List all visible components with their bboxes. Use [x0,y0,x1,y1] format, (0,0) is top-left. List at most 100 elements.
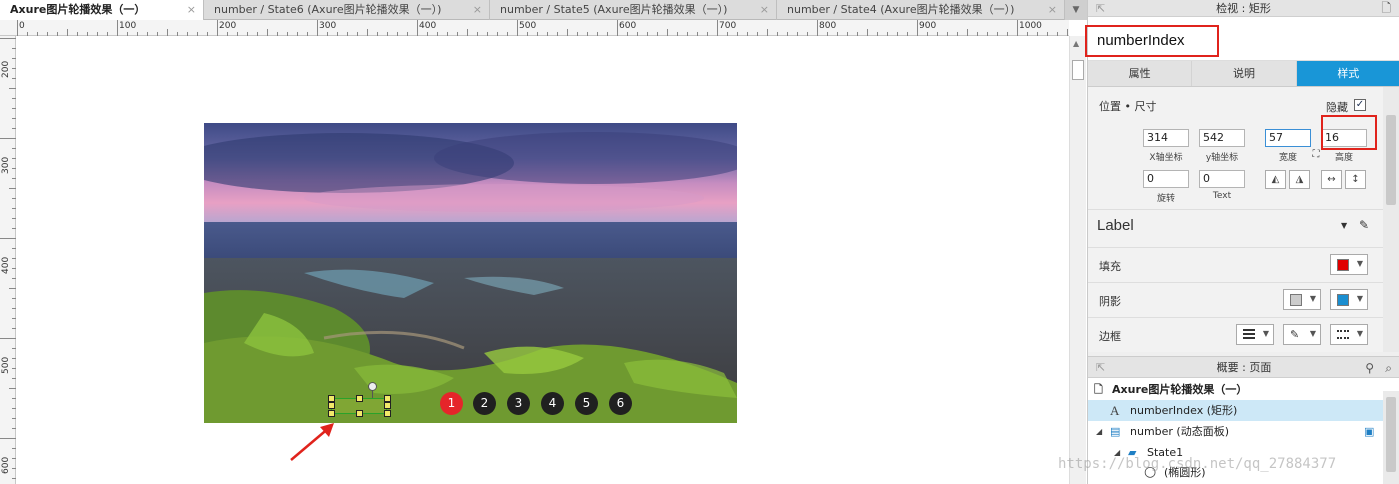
scrollbar-thumb[interactable] [1072,60,1084,80]
flip-vertical-icon[interactable]: ◮ [1289,170,1310,189]
outline-header: ⇱ 概要 : 页面 ⚲ ⌕ [1088,356,1399,378]
resize-handle-nw[interactable] [328,395,335,402]
ruler-label: 500 [519,21,537,31]
resize-handle-se[interactable] [384,410,391,417]
text-rotation-caption: Text [1212,191,1232,201]
tab-axure-carousel[interactable]: Axure图片轮播效果（一） × [0,0,204,20]
close-icon[interactable]: × [187,0,196,19]
page-icon: 🗋 [1094,383,1103,396]
scrollbar-thumb[interactable] [1386,397,1396,472]
rotation-handle[interactable] [368,382,377,391]
resize-handle-ne[interactable] [384,395,391,402]
ruler-label: 200 [1,60,11,78]
canvas-vertical-scrollbar[interactable]: ▲ [1069,36,1086,484]
resize-handle-n[interactable] [356,395,363,402]
outline-row-label: number (动态面板) [1130,425,1230,438]
x-coordinate-field[interactable]: 314 [1143,129,1189,147]
hidden-label: 隐藏 [1326,101,1348,114]
border-color-picker[interactable]: ✎ ▼ [1283,324,1321,345]
tab-notes[interactable]: 说明 [1192,61,1297,86]
flip-horizontal-icon[interactable]: ◭ [1265,170,1286,189]
fill-color-swatch [1337,259,1349,271]
scrollbar-thumb[interactable] [1386,115,1396,205]
resize-handle-s[interactable] [356,410,363,417]
widget-name-input[interactable]: numberIndex [1097,32,1185,49]
rotation-field[interactable]: 0 [1143,170,1189,188]
inspector-title: 检视 : 矩形 [1216,2,1271,15]
tab-number-state4[interactable]: number / State4 (Axure图片轮播效果（一）) × [777,0,1065,20]
inspector-header: ⇱ 检视 : 矩形 🗋 [1088,0,1399,17]
widget-style-select[interactable]: Label [1097,217,1134,234]
chevron-down-icon: ▼ [1309,294,1316,303]
text-rotation-field[interactable]: 0 [1199,170,1245,188]
close-icon[interactable]: × [1048,0,1057,19]
carousel-dot-2[interactable]: 2 [473,392,496,415]
panel-visibility-icon[interactable]: ▣ [1364,421,1374,442]
carousel-dot-5[interactable]: 5 [575,392,598,415]
chevron-down-icon: ▼ [1356,329,1363,338]
outline-row-numberindex[interactable]: A numberIndex (矩形) [1088,400,1383,421]
chevron-down-icon: ▼ [1356,294,1363,303]
dynamic-panel-icon: ▤ [1110,425,1121,438]
carousel-dot-3[interactable]: 3 [507,392,530,415]
border-visibility-picker[interactable]: ▼ [1236,324,1274,345]
tab-overflow-chevron-icon[interactable]: ▼ [1065,0,1087,20]
ruler-label: 1000 [1019,21,1042,31]
ruler-label: 400 [419,21,437,31]
outline-scrollbar[interactable] [1383,391,1399,484]
rotation-handle-line [372,390,373,398]
ruler-label: 100 [119,21,137,31]
resize-handle-sw[interactable] [328,410,335,417]
tab-style[interactable]: 样式 [1296,61,1399,86]
edit-style-icon[interactable]: ✎ [1359,218,1369,232]
distribute-horizontal-icon[interactable]: ↔ [1321,170,1342,189]
ruler-label: 200 [219,21,237,31]
ruler-label: 400 [1,256,11,274]
carousel-dot-1[interactable]: 1 [440,392,463,415]
outline-row-number-panel[interactable]: ◢ ▤ number (动态面板) ▣ [1088,421,1383,442]
outer-shadow-picker[interactable]: ▼ [1283,289,1321,310]
outline-row-label: numberIndex (矩形) [1130,404,1238,417]
pen-icon: ✎ [1290,328,1300,341]
carousel-landscape-image[interactable] [204,123,737,423]
x-coordinate-caption: X轴坐标 [1149,153,1183,163]
tab-properties[interactable]: 属性 [1088,61,1193,86]
pin-icon[interactable]: ⇱ [1096,0,1105,17]
tab-label: number / State5 (Axure图片轮播效果（一）) [500,3,728,16]
outline-title: 概要 : 页面 [1216,361,1272,374]
carousel-dot-6[interactable]: 6 [609,392,632,415]
collapse-triangle-icon[interactable]: ◢ [1096,421,1102,442]
inspector-scrollbar[interactable] [1383,87,1399,352]
close-icon[interactable]: × [760,0,769,19]
divider [1088,247,1383,248]
close-icon[interactable]: × [473,0,482,19]
divider [1088,282,1383,283]
ruler-label: 0 [19,21,25,31]
inner-shadow-picker[interactable]: ▼ [1330,289,1368,310]
distribute-vertical-icon[interactable]: ↕ [1345,170,1366,189]
resize-handle-e[interactable] [384,402,391,409]
ruler-label: 700 [719,21,737,31]
border-pattern-picker[interactable]: ▼ [1330,324,1368,345]
resize-handle-w[interactable] [328,402,335,409]
y-coordinate-field[interactable]: 542 [1199,129,1245,147]
fill-color-picker[interactable]: ▼ [1330,254,1368,275]
style-dropdown-chevron-icon[interactable]: ▼ [1341,221,1347,230]
tab-number-state6[interactable]: number / State6 (Axure图片轮播效果（一）) × [204,0,490,20]
scroll-up-arrow-icon[interactable]: ▲ [1073,39,1079,48]
filter-icon[interactable]: ⚲ [1365,357,1374,379]
width-field[interactable]: 57 [1265,129,1311,147]
text-widget-icon: A [1110,403,1120,418]
outline-row-label: Axure图片轮播效果（一） [1112,383,1248,396]
hidden-checkbox[interactable]: ✓ [1354,99,1366,111]
divider [1088,317,1383,318]
ruler-label: 600 [619,21,637,31]
page-icon[interactable]: 🗋 [1381,0,1391,17]
pin-icon[interactable]: ⇱ [1096,357,1105,379]
tab-label: number / State4 (Axure图片轮播效果（一）) [787,3,1015,16]
carousel-dot-4[interactable]: 4 [541,392,564,415]
tab-number-state5[interactable]: number / State5 (Axure图片轮播效果（一）) × [490,0,777,20]
outline-page-row[interactable]: 🗋 Axure图片轮播效果（一） [1088,379,1383,400]
text-rotation-value: 0 [1203,172,1210,185]
search-icon[interactable]: ⌕ [1385,357,1392,379]
